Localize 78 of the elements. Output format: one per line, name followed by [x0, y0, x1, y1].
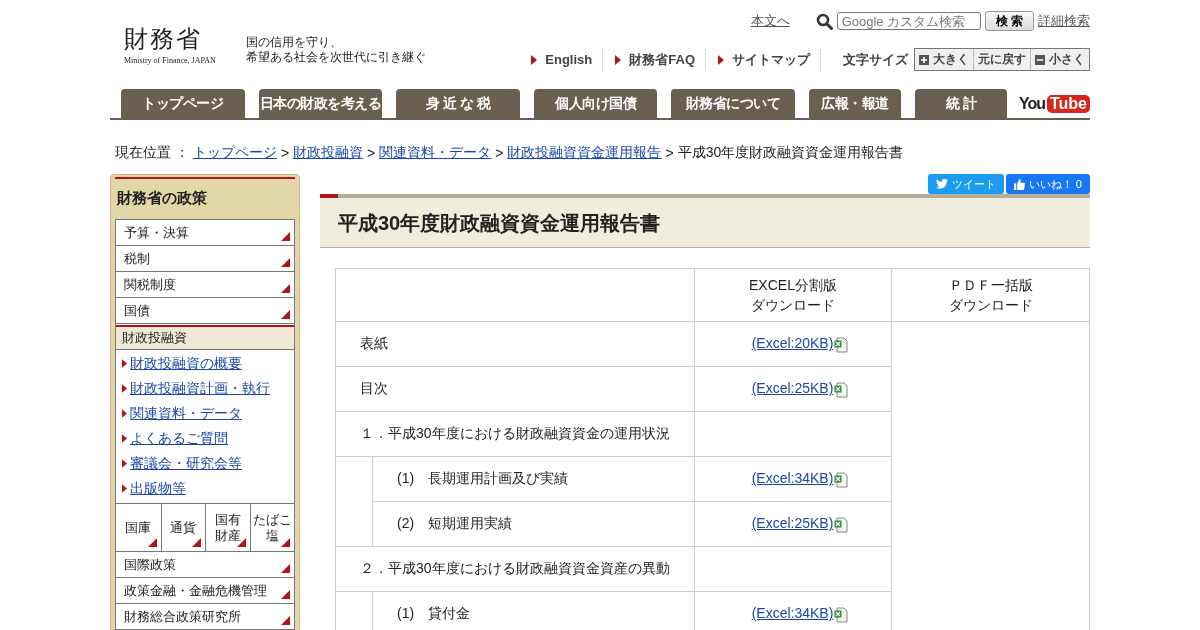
advanced-search-link[interactable]: 詳細検索 [1038, 12, 1090, 30]
excel-download-link[interactable]: (Excel:20KB) [737, 335, 834, 352]
search-button[interactable]: 検 索 [984, 11, 1034, 31]
excel-file-icon [834, 516, 849, 533]
triangle-icon [531, 54, 538, 65]
header-link[interactable]: サイトマップ [705, 48, 821, 71]
plus-icon [919, 54, 929, 65]
breadcrumb-separator: > [280, 145, 290, 161]
tagline: 国の信用を守り、 希望ある社会を次世代に引き継ぐ [245, 35, 426, 65]
breadcrumb-label: 現在位置 ： [115, 144, 189, 162]
search-field[interactable]: Google カスタム検索 [836, 12, 981, 30]
search-icon [815, 12, 833, 30]
sidebar-item[interactable]: 関税制度 [116, 272, 294, 298]
triangle-icon [122, 459, 127, 468]
sidebar-item[interactable]: 財務総合政策研究所 [116, 604, 294, 630]
nav-tab[interactable]: 統 計 [915, 89, 1007, 118]
sidebar-link[interactable]: 財政投融資計画・執行 [122, 376, 294, 401]
table-cell: １．平成30年度における財政融資資金の運用状況 [335, 411, 695, 457]
triangle-icon [122, 409, 127, 418]
sidebar-item[interactable]: たばこ 塩 [249, 504, 294, 551]
ministry-logo[interactable]: 財務省 Ministry of Finance, JAPAN [124, 26, 216, 65]
header-link[interactable]: English [519, 48, 603, 71]
breadcrumb-link[interactable]: 関連資料・データ [379, 144, 492, 162]
excel-download-link[interactable]: (Excel:34KB) [737, 470, 834, 487]
sidebar-item[interactable]: 国際政策 [116, 552, 294, 578]
triangle-icon [615, 54, 622, 65]
excel-download-link[interactable]: (Excel:25KB) [737, 380, 834, 397]
excel-download-link[interactable]: (Excel:25KB) [737, 515, 834, 532]
excel-file-icon [834, 336, 849, 353]
sidebar-section-header[interactable]: 財政投融資 [116, 325, 294, 350]
sidebar-item[interactable]: 政策金融・金融危機管理 [116, 578, 294, 604]
triangle-icon [718, 54, 724, 65]
nav-tab[interactable]: 財務省について [671, 89, 796, 118]
table-cell: (2) 短期運用実績 [372, 501, 695, 547]
header-link[interactable]: 財務省FAQ [602, 48, 705, 71]
table-cell: 目次 [335, 366, 695, 412]
nav-tab[interactable]: 日本の財政を考える [258, 89, 383, 118]
nav-tab[interactable]: 広報・報道 [809, 89, 901, 118]
sidebar-item[interactable]: 予算・決算 [116, 220, 294, 246]
excel-file-icon [834, 381, 849, 398]
font-size-label: 文字サイズ [843, 50, 908, 69]
like-button[interactable]: いいね！ 0 [1005, 174, 1090, 194]
excel-file-icon [834, 606, 849, 623]
youtube-logo[interactable]: You Tube [1018, 89, 1090, 118]
bird-icon [935, 179, 948, 189]
breadcrumb-link[interactable]: トップページ [192, 144, 277, 162]
breadcrumb-separator: > [367, 145, 376, 161]
table-header-cell: ＰＤＦ一括版 ダウンロード [891, 268, 1090, 322]
table-cell: 表紙 [335, 321, 695, 367]
triangle-icon [122, 434, 127, 443]
triangle-icon [122, 484, 127, 493]
sidebar-item[interactable]: 国有 財産 [205, 504, 250, 551]
thumbs-up-icon [1013, 178, 1025, 190]
breadcrumb-current: 平成30年度財政融資資金運用報告書 [677, 144, 904, 162]
breadcrumb-link[interactable]: 財政投融資資金運用報告 [507, 144, 662, 162]
table-header-cell: EXCEL分割版 ダウンロード [694, 268, 892, 322]
sidebar-link[interactable]: 関連資料・データ [122, 401, 294, 426]
triangle-icon [122, 384, 127, 393]
breadcrumb-separator: > [495, 145, 504, 161]
sidebar-item[interactable]: 税制 [116, 246, 294, 272]
sidebar-link[interactable]: 財政投融資の概要 [122, 351, 294, 376]
breadcrumb-link[interactable]: 財政投融資 [293, 144, 364, 162]
excel-file-icon [834, 471, 849, 488]
minus-icon [1035, 54, 1045, 65]
sidebar-item[interactable]: 国庫 [116, 504, 161, 551]
table-cell: ２．平成30年度における財政融資資金資産の異動 [335, 546, 695, 592]
nav-tab[interactable]: 身 近 な 税 [396, 89, 520, 118]
sidebar-item[interactable]: 通貨 [160, 504, 205, 551]
sidebar-link[interactable]: よくあるご質問 [122, 426, 294, 451]
table-cell: (1) 長期運用計画及び実績 [372, 456, 695, 502]
skip-link[interactable]: 本文へ [750, 12, 790, 30]
sidebar-link[interactable]: 審議会・研究会等 [122, 451, 294, 476]
page-title: 平成30年度財政融資資金運用報告書 [320, 194, 1090, 248]
sidebar-link[interactable]: 出版物等 [122, 476, 294, 501]
nav-tab[interactable]: トップページ [121, 89, 245, 118]
triangle-icon [122, 359, 127, 368]
nav-tab[interactable]: 個人向け国債 [533, 89, 658, 118]
breadcrumb-separator: > [665, 145, 674, 161]
